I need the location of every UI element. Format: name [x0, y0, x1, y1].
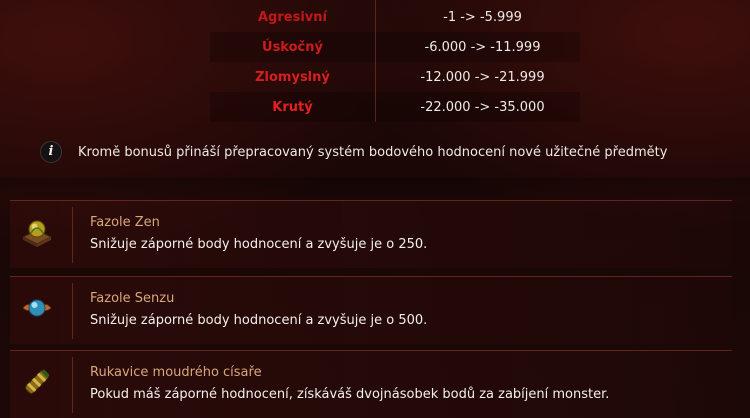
senzu-bean-icon — [20, 291, 54, 325]
info-icon: i — [40, 141, 62, 163]
rank-table-divider — [375, 0, 376, 122]
item-description: Snižuje záporné body hodnocení a zvyšuje… — [90, 313, 428, 328]
item-description: Pokud máš záporné hodnocení, získáváš dv… — [90, 387, 610, 402]
rank-name: Krutý — [272, 100, 313, 115]
item-row-zen-bean: Fazole Zen Snižuje záporné body hodnocen… — [10, 200, 732, 268]
item-title: Rukavice moudrého císaře — [90, 365, 262, 380]
rank-name: Agresivní — [258, 10, 327, 25]
rank-range: -1 -> -5.999 — [443, 10, 522, 25]
rank-name: Úskočný — [262, 40, 323, 55]
section-divider — [0, 178, 750, 200]
rank-range: -22.000 -> -35.000 — [420, 100, 545, 115]
item-separator — [72, 283, 73, 339]
item-description: Snižuje záporné body hodnocení a zvyšuje… — [90, 237, 428, 252]
zen-bean-icon — [20, 215, 54, 249]
item-title: Fazole Zen — [90, 215, 160, 230]
rank-row: Krutý -22.000 -> -35.000 — [210, 92, 580, 122]
rank-range: -12.000 -> -21.999 — [420, 70, 545, 85]
item-separator — [72, 357, 73, 413]
rank-range: -6.000 -> -11.999 — [424, 40, 541, 55]
info-text: Kromě bonusů přináší přepracovaný systém… — [78, 145, 668, 160]
rank-row: Úskočný -6.000 -> -11.999 — [210, 32, 580, 62]
item-separator — [72, 207, 73, 263]
emperor-glove-icon — [20, 365, 54, 399]
item-row-senzu-bean: Fazole Senzu Snižuje záporné body hodnoc… — [10, 276, 732, 344]
item-row-emperor-glove: Rukavice moudrého císaře Pokud máš zápor… — [10, 350, 732, 418]
rank-row: Agresivní -1 -> -5.999 — [210, 2, 580, 32]
rank-table: Agresivní -1 -> -5.999 Úskočný -6.000 ->… — [210, 2, 580, 122]
rank-name: Zlomyslný — [255, 70, 330, 85]
rank-row: Zlomyslný -12.000 -> -21.999 — [210, 62, 580, 92]
item-title: Fazole Senzu — [90, 291, 175, 306]
